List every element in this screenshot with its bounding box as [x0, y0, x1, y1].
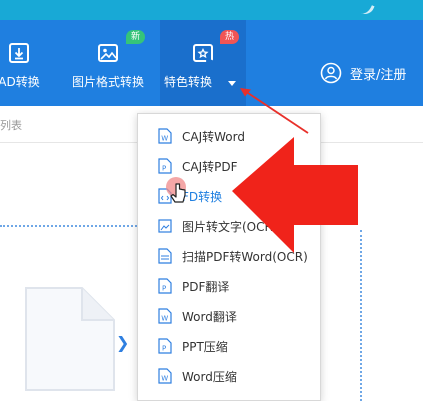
chevron-down-icon[interactable]	[228, 81, 236, 86]
hot-badge: 热	[220, 30, 240, 44]
dashed-drop-zone-border	[0, 225, 140, 227]
new-badge: 新	[126, 30, 146, 44]
user-icon	[320, 62, 342, 84]
svg-text:W: W	[161, 315, 168, 323]
dashed-drop-zone-border-right	[360, 230, 362, 401]
mouse-cursor-icon	[166, 177, 186, 203]
file-w-icon: W	[158, 128, 172, 144]
menu-item-pdf-translate[interactable]: P PDF翻译	[138, 272, 322, 300]
svg-text:P: P	[162, 345, 166, 353]
svg-text:W: W	[161, 375, 168, 383]
top-navigation-bar: AD转换 图片格式转换 特色转换 新 热 登录/注册	[0, 20, 423, 106]
top-banner-strip	[0, 0, 423, 20]
menu-item-label: CAJ转PDF	[182, 160, 238, 174]
nav-label-special-convert: 特色转换	[164, 75, 213, 89]
document-illustration-icon	[25, 287, 115, 391]
decorative-glint	[353, 0, 375, 18]
menu-item-label: Word翻译	[182, 310, 237, 324]
annotation-big-arrow	[232, 137, 358, 253]
svg-text:P: P	[162, 285, 166, 293]
refresh-star-icon	[193, 44, 213, 62]
chevron-right-icon: ❯	[116, 333, 130, 352]
file-p-icon: P	[158, 158, 172, 174]
file-p-icon: P	[158, 338, 172, 354]
file-w-icon: W	[158, 308, 172, 324]
login-register-label: 登录/注册	[350, 68, 407, 83]
menu-item-word-compress[interactable]: W Word压缩	[138, 362, 322, 390]
svg-text:W: W	[161, 135, 168, 143]
nav-item-cad-convert[interactable]: AD转换	[0, 20, 48, 106]
nav-label-image-format-convert: 图片格式转换	[71, 75, 144, 89]
scan-icon	[158, 248, 172, 264]
image-icon	[98, 44, 118, 62]
annotation-thin-arrow	[240, 88, 309, 134]
image-icon	[158, 219, 172, 233]
list-section-label: 列表	[0, 119, 22, 132]
download-file-icon	[9, 43, 29, 63]
nav-label-cad-convert: AD转换	[0, 75, 40, 89]
menu-item-label: Word压缩	[182, 370, 237, 384]
file-w-icon: W	[158, 368, 172, 384]
menu-item-word-translate[interactable]: W Word翻译	[138, 302, 322, 330]
svg-text:P: P	[162, 165, 166, 173]
menu-item-label: PDF翻译	[182, 280, 230, 294]
menu-item-label: PPT压缩	[182, 340, 228, 354]
menu-item-ppt-compress[interactable]: P PPT压缩	[138, 332, 322, 360]
file-p-icon: P	[158, 278, 172, 294]
